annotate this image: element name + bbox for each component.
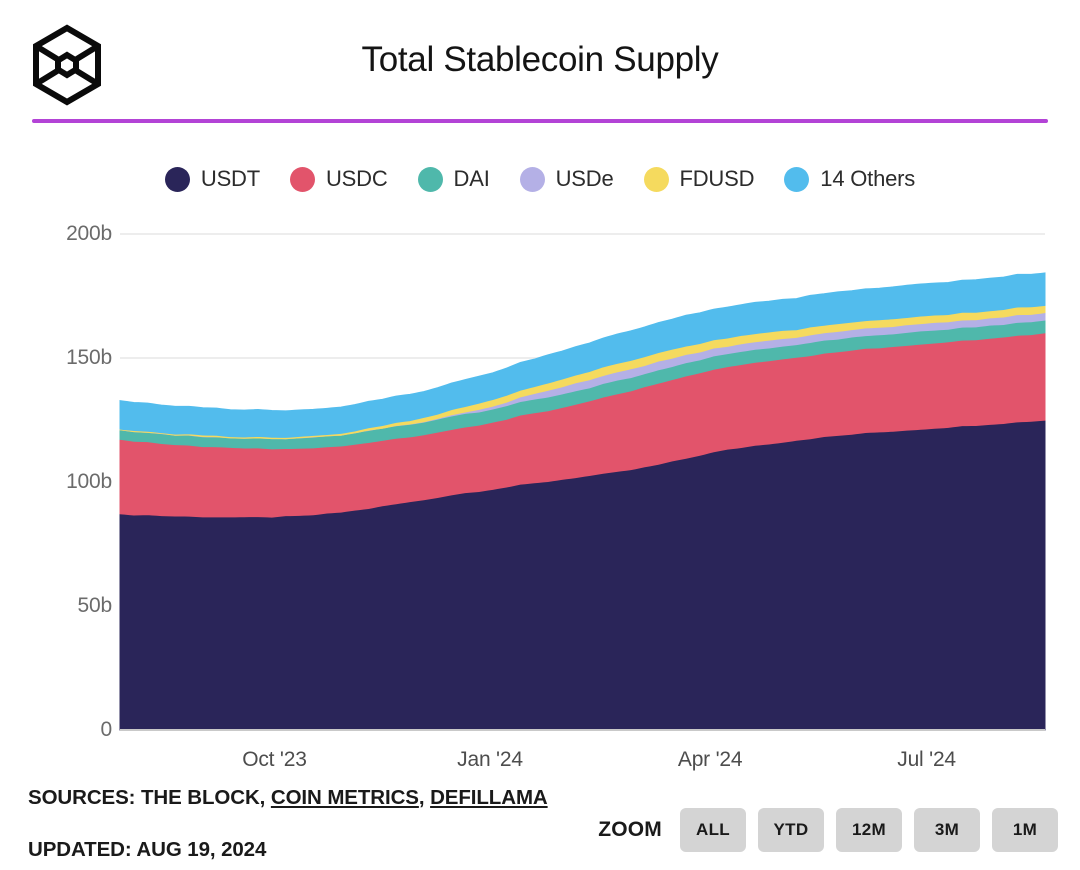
x-axis-tick-label: Apr '24 <box>677 748 743 771</box>
x-axis-tick-label: Jan '24 <box>457 748 523 771</box>
source-link-coin-metrics[interactable]: COIN METRICS <box>271 786 419 809</box>
updated-timestamp: UPDATED: AUG 19, 2024 <box>28 838 267 861</box>
stablecoin-supply-chart-card: Total Stablecoin Supply USDT USDC DAI USDe F… <box>0 0 1080 870</box>
zoom-button-ytd[interactable]: YTD <box>758 808 824 852</box>
source-link-defillama[interactable]: DEFILLAMA <box>430 786 548 809</box>
zoom-label: ZOOM <box>598 818 662 841</box>
sources-prefix: SOURCES: THE BLOCK, <box>28 786 271 809</box>
chart-footer: SOURCES: THE BLOCK, COIN METRICS, DEFILL… <box>0 784 1080 870</box>
x-axis-tick-label: Oct '23 <box>242 748 307 771</box>
zoom-button-1m[interactable]: 1M <box>992 808 1058 852</box>
zoom-button-group: ALL YTD 12M 3M 1M <box>680 808 1058 852</box>
zoom-controls: ZOOM ALL YTD 12M 3M 1M <box>598 808 1058 852</box>
plot-area: 0 50b 100b 150b 200b Oct '23 Jan '24 Apr '24 Ju… <box>0 0 1080 790</box>
zoom-button-all[interactable]: ALL <box>680 808 746 852</box>
x-axis-tick-label: Jul '24 <box>897 748 956 771</box>
x-axis-labels: Oct '23 Jan '24 Apr '24 Jul '24 <box>0 0 1080 790</box>
sources-line: SOURCES: THE BLOCK, COIN METRICS, DEFILL… <box>28 784 588 811</box>
sources-comma: , <box>418 786 425 809</box>
zoom-button-12m[interactable]: 12M <box>836 808 902 852</box>
zoom-button-3m[interactable]: 3M <box>914 808 980 852</box>
